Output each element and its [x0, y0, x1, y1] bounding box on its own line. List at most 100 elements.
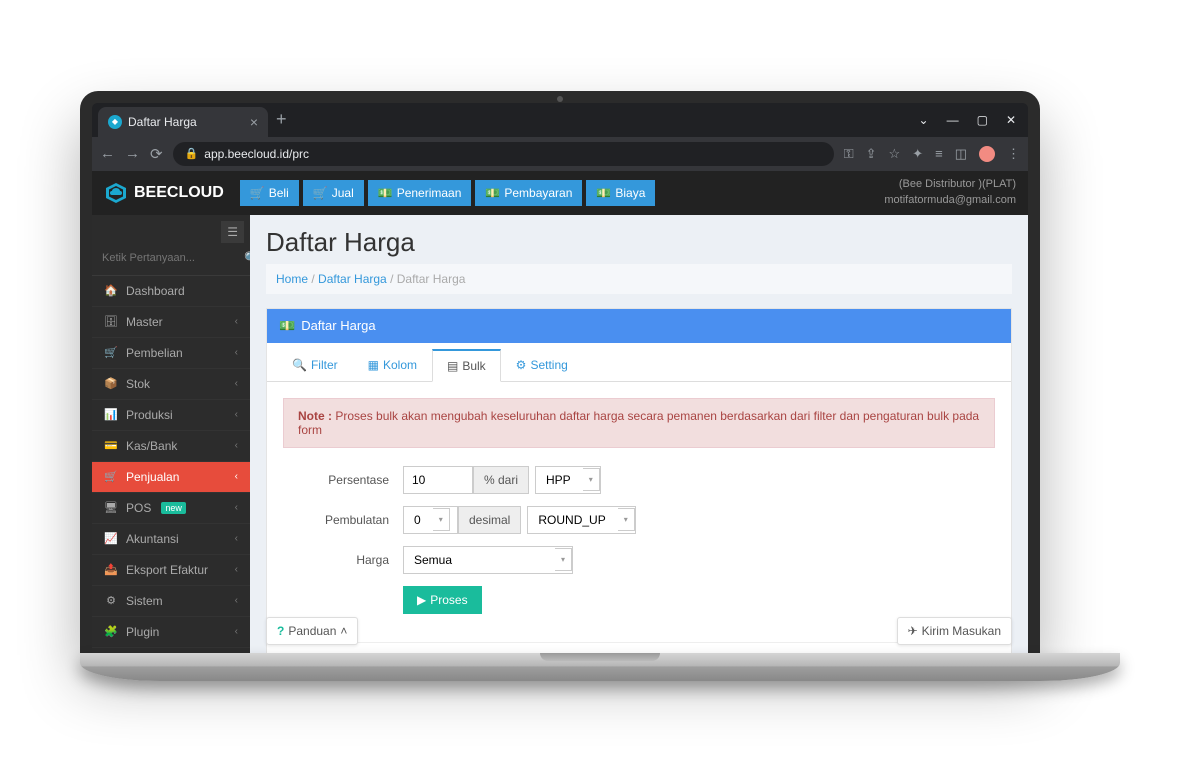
- chart-icon: 📊: [104, 408, 118, 421]
- browser-tab[interactable]: ◆ Daftar Harga ×: [98, 107, 268, 137]
- money-icon: 💵: [279, 318, 295, 334]
- persentase-input[interactable]: [403, 466, 473, 494]
- gear-icon: ⚙: [104, 594, 118, 607]
- chevron-down-icon[interactable]: ⌄: [919, 113, 929, 127]
- sidebar-item-sistem[interactable]: ⚙Sistem‹: [92, 586, 250, 617]
- chevron-left-icon: ‹: [235, 440, 238, 451]
- sidebar-toggle-button[interactable]: ☰: [221, 221, 244, 243]
- panduan-button[interactable]: ? Panduan ˄: [266, 617, 358, 645]
- breadcrumb-home[interactable]: Home: [276, 272, 308, 286]
- chevron-left-icon: ‹: [235, 533, 238, 544]
- chevron-left-icon: ‹: [235, 378, 238, 389]
- sidebar-item-plugin[interactable]: 🧩Plugin‹: [92, 617, 250, 648]
- sidebar: ☰ 🔍 🏠Dashboard 🗄Master‹ 🛒Pembelian‹ 📦Sto…: [92, 215, 250, 653]
- list-icon[interactable]: ≡: [935, 146, 943, 162]
- tab-bulk[interactable]: ▤Bulk: [432, 349, 501, 382]
- lock-icon: 🔒: [185, 147, 199, 160]
- cart-icon: 🛒: [104, 470, 118, 483]
- chevron-down-icon: ▾: [618, 508, 635, 531]
- extension-icon[interactable]: ✦: [912, 146, 923, 162]
- devtools-icon[interactable]: ◫: [955, 146, 967, 162]
- sidebar-search-input[interactable]: [102, 252, 244, 264]
- chevron-left-icon: ‹: [235, 564, 238, 575]
- pembulatan-label: Pembulatan: [283, 513, 403, 527]
- persentase-dropdown[interactable]: HPP▾: [535, 466, 601, 494]
- sidebar-item-pos[interactable]: 🖥POSnew‹: [92, 493, 250, 524]
- sidebar-item-pembelian[interactable]: 🛒Pembelian‹: [92, 338, 250, 369]
- tab-kolom[interactable]: ▦Kolom: [353, 349, 432, 381]
- proses-button[interactable]: ▶ Proses: [403, 586, 482, 614]
- sidebar-item-stok[interactable]: 📦Stok‹: [92, 369, 250, 400]
- chevron-down-icon: ▾: [433, 508, 450, 531]
- new-badge: new: [161, 502, 186, 514]
- topbar-jual-button[interactable]: 🛒 Jual: [303, 180, 364, 206]
- plugin-icon: 🧩: [104, 625, 118, 638]
- sidebar-item-master[interactable]: 🗄Master‹: [92, 307, 250, 338]
- gear-icon: ⚙: [516, 358, 527, 372]
- main-content: Daftar Harga Home / Daftar Harga / Dafta…: [250, 215, 1028, 653]
- persentase-label: Persentase: [283, 473, 403, 487]
- sidebar-item-dashboard[interactable]: 🏠Dashboard: [92, 276, 250, 307]
- close-tab-icon[interactable]: ×: [250, 114, 258, 130]
- export-icon: 📤: [104, 563, 118, 576]
- home-icon: 🏠: [104, 284, 118, 297]
- logo-icon: [104, 181, 128, 205]
- sidebar-item-eksport[interactable]: 📤Eksport Efaktur‹: [92, 555, 250, 586]
- reload-button[interactable]: ⟳: [150, 145, 163, 163]
- main-panel: 💵 Daftar Harga 🔍Filter ▦Kolom ▤Bulk ⚙Set…: [266, 308, 1012, 653]
- box-icon: 📦: [104, 377, 118, 390]
- pembulatan-value-dropdown[interactable]: 0▾: [403, 506, 458, 534]
- kirim-masukan-button[interactable]: ✈ Kirim Masukan: [897, 617, 1012, 645]
- new-tab-button[interactable]: +: [268, 109, 295, 130]
- menu-icon[interactable]: ⋮: [1007, 146, 1020, 162]
- persentase-addon: % dari: [473, 466, 529, 494]
- topbar-biaya-button[interactable]: 💵 Biaya: [586, 180, 655, 206]
- account-info: (Bee Distributor )(PLAT) motifatormuda@g…: [884, 177, 1016, 208]
- topbar-pembayaran-button[interactable]: 💵 Pembayaran: [475, 180, 582, 206]
- harga-dropdown[interactable]: Semua▾: [403, 546, 573, 574]
- list-icon: ▤: [447, 359, 458, 373]
- tab-setting[interactable]: ⚙Setting: [501, 349, 583, 381]
- key-icon[interactable]: ⚿: [844, 146, 854, 162]
- breadcrumb-mid[interactable]: Daftar Harga: [318, 272, 387, 286]
- sidebar-item-produksi[interactable]: 📊Produksi‹: [92, 400, 250, 431]
- chevron-down-icon: ▾: [555, 548, 572, 571]
- sidebar-item-kasbank[interactable]: 💳Kas/Bank‹: [92, 431, 250, 462]
- panel-header: 💵 Daftar Harga: [267, 309, 1011, 343]
- back-button[interactable]: ←: [100, 145, 115, 162]
- chevron-left-icon: ‹: [235, 471, 238, 482]
- profile-icon[interactable]: [979, 146, 995, 162]
- sidebar-item-akuntansi[interactable]: 📈Akuntansi‹: [92, 524, 250, 555]
- grid-icon: ▦: [368, 358, 379, 372]
- chevron-left-icon: ‹: [235, 316, 238, 327]
- page-title: Daftar Harga: [266, 227, 1012, 258]
- chevron-left-icon: ‹: [235, 626, 238, 637]
- harga-label: Harga: [283, 553, 403, 567]
- address-bar: ← → ⟳ 🔒 app.beecloud.id/prc ⚿ ⇪ ☆ ✦ ≡ ◫ …: [92, 137, 1028, 171]
- pembulatan-addon: desimal: [458, 506, 521, 534]
- chart-icon: 📈: [104, 532, 118, 545]
- sidebar-item-penjualan[interactable]: 🛒Penjualan‹: [92, 462, 250, 493]
- maximize-button[interactable]: ▢: [977, 113, 988, 127]
- tab-filter[interactable]: 🔍Filter: [277, 349, 353, 381]
- browser-tab-bar: ◆ Daftar Harga × + ⌄ — ▢ ✕: [92, 103, 1028, 137]
- pembulatan-mode-dropdown[interactable]: ROUND_UP▾: [527, 506, 635, 534]
- favicon-icon: ◆: [108, 115, 122, 129]
- app-topbar: BEECLOUD 🛒 Beli 🛒 Jual 💵 Penerimaan 💵 Pe…: [92, 171, 1028, 215]
- forward-button[interactable]: →: [125, 145, 140, 162]
- note-alert: Note : Proses bulk akan mengubah keselur…: [283, 398, 995, 448]
- search-icon: 🔍: [292, 358, 307, 372]
- star-icon[interactable]: ☆: [889, 146, 901, 162]
- breadcrumb: Home / Daftar Harga / Daftar Harga: [266, 264, 1012, 294]
- minimize-button[interactable]: —: [947, 113, 959, 127]
- url-field[interactable]: 🔒 app.beecloud.id/prc: [173, 142, 834, 166]
- close-window-button[interactable]: ✕: [1006, 113, 1016, 127]
- topbar-penerimaan-button[interactable]: 💵 Penerimaan: [368, 180, 472, 206]
- cart-icon: 🛒: [104, 346, 118, 359]
- database-icon: 🗄: [104, 315, 118, 328]
- topbar-beli-button[interactable]: 🛒 Beli: [240, 180, 299, 206]
- share-icon[interactable]: ⇪: [866, 146, 877, 162]
- tab-title: Daftar Harga: [128, 115, 197, 129]
- logo-text: BEECLOUD: [134, 184, 224, 202]
- logo[interactable]: BEECLOUD: [104, 181, 224, 205]
